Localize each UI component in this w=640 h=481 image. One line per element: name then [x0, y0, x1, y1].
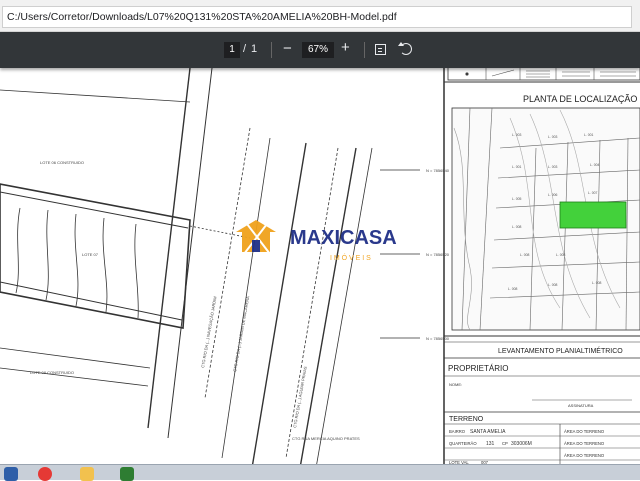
rua-label: CTG RUA MERCIA AQUINO PRATES [292, 436, 360, 441]
svg-text:L. 004: L. 004 [590, 163, 600, 167]
cp-label: CP [502, 441, 508, 446]
bairro-value: SANTA AMELIA [470, 429, 506, 435]
marker-2: N = 7856520 [426, 252, 450, 257]
svg-text:L. 008: L. 008 [508, 287, 518, 291]
road-label-2: CTG RIO DA (...) JARDIM DE MACARENA [232, 295, 250, 372]
maxicasa-watermark: MAXICASA I M Ó V E I S [236, 219, 397, 262]
svg-text:L. 008: L. 008 [592, 281, 602, 285]
maxicasa-logo-icon [236, 219, 276, 255]
start-icon[interactable] [4, 467, 18, 481]
rotate-icon[interactable] [398, 42, 412, 55]
svg-text:L. 007: L. 007 [588, 191, 598, 195]
title-block: PLANTA DE LOCALIZAÇÃO L. 003 L. 003 L. 0… [443, 68, 640, 468]
survey-drawing: LOTE 06 CONSTRUIDO LOTE 08 CONSTRUIDO LO… [0, 68, 640, 468]
lote-center-label: LOTE 07 [82, 252, 99, 257]
svg-text:L. 003: L. 003 [512, 133, 522, 137]
name-label: NOME: [449, 382, 462, 387]
survey-title: LEVANTAMENTO PLANIALTIMÉTRICO [498, 346, 623, 355]
watermark-subtitle: I M Ó V E I S [330, 253, 371, 262]
chrome-icon[interactable] [38, 467, 52, 481]
svg-text:L. 005: L. 005 [512, 197, 522, 201]
marker-1: N = 7856540 [426, 168, 450, 173]
bairro-label: BAIRRO [449, 429, 466, 434]
zoom-level-input[interactable]: 67% [302, 42, 334, 58]
page-total: 1 [251, 43, 258, 55]
svg-text:L. 008: L. 008 [512, 225, 522, 229]
svg-text:L. 003: L. 003 [548, 165, 558, 169]
zoom-in-button[interactable]: + [341, 39, 350, 56]
cp-value: 303006M [511, 441, 532, 447]
svg-text:L. 003: L. 003 [548, 135, 558, 139]
location-title: PLANTA DE LOCALIZAÇÃO [523, 94, 637, 104]
svg-text:L. 008: L. 008 [548, 283, 558, 287]
pdf-toolbar: 1 / 1 − 67% + [0, 32, 640, 68]
svg-text:L. 006: L. 006 [548, 193, 558, 197]
owner-heading: PROPRIETÁRIO [448, 364, 508, 373]
lote-top-label: LOTE 06 CONSTRUIDO [40, 160, 84, 165]
address-bar: C:/Users/Corretor/Downloads/L07%20Q131%2… [0, 0, 640, 32]
highlighted-lot [559, 201, 627, 229]
url-field[interactable]: C:/Users/Corretor/Downloads/L07%20Q131%2… [2, 6, 632, 28]
land-heading: TERRENO [449, 416, 484, 423]
page-number-input[interactable]: 1 [224, 42, 240, 58]
zoom-out-button[interactable]: − [283, 40, 292, 57]
lote-bottom-label: LOTE 08 CONSTRUIDO [30, 370, 74, 375]
area-label-1: ÁREA DO TERRENO [564, 429, 605, 434]
road-label-1: CTG RIO DA (...) NAVEGAÇÃO JARDIM [200, 296, 217, 368]
url-text: C:/Users/Corretor/Downloads/L07%20Q131%2… [7, 11, 397, 23]
svg-text:L. 008: L. 008 [520, 253, 530, 257]
marker-3: N = 7856500 [426, 336, 450, 341]
area-label-3: ÁREA DO TERRENO [564, 453, 605, 458]
svg-text:L. 001: L. 001 [584, 133, 594, 137]
svg-text:L. 008: L. 008 [556, 253, 566, 257]
toolbar-divider [364, 42, 365, 58]
page-separator: / [243, 43, 247, 55]
toolbar-divider [271, 42, 272, 58]
taskbar [0, 464, 640, 481]
svg-text:L. 001: L. 001 [512, 165, 522, 169]
quarteirao-value: 131 [486, 441, 495, 447]
fit-to-page-icon[interactable] [375, 44, 386, 55]
watermark-brand: MAXICASA [290, 227, 397, 249]
signature-label: ASSINATURA [568, 403, 594, 408]
app-icon[interactable] [120, 467, 134, 481]
lot-plan [0, 68, 420, 468]
pdf-document: LOTE 06 CONSTRUIDO LOTE 08 CONSTRUIDO LO… [0, 68, 640, 468]
quarteirao-label: QUARTEIRÃO [449, 441, 477, 446]
area-label-2: ÁREA DO TERRENO [564, 441, 605, 446]
folder-icon[interactable] [80, 467, 94, 481]
